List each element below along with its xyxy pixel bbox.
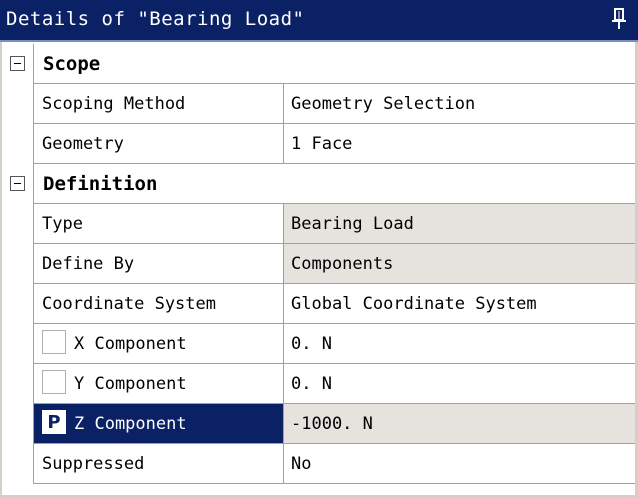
details-grid: Scope Scoping Method Geometry Selection … [0, 44, 638, 498]
row-gutter [0, 284, 34, 324]
property-row-scoping-method[interactable]: Scoping Method Geometry Selection [0, 84, 638, 124]
panel-border-left [0, 42, 2, 498]
property-name: Coordinate System [34, 284, 284, 324]
property-value-scoping-method[interactable]: Geometry Selection [284, 84, 635, 124]
row-gutter [0, 124, 34, 164]
row-gutter [0, 404, 34, 444]
property-name: X Component [74, 334, 187, 354]
property-name: Suppressed [34, 444, 284, 484]
row-gutter [0, 204, 34, 244]
property-value-coordinate-system[interactable]: Global Coordinate System [284, 284, 635, 324]
category-definition[interactable]: Definition [0, 164, 638, 204]
property-row-type[interactable]: Type Bearing Load [0, 204, 638, 244]
category-label-definition: Definition [34, 164, 635, 204]
collapse-scope-icon[interactable] [10, 56, 25, 71]
property-value-define-by[interactable]: Components [284, 244, 635, 284]
property-value-geometry[interactable]: 1 Face [284, 124, 635, 164]
details-title-bar[interactable]: Details of "Bearing Load" [0, 0, 638, 42]
property-name: Type [34, 204, 284, 244]
property-name-x-component: X Component [34, 324, 284, 364]
row-gutter [0, 84, 34, 124]
property-value-type: Bearing Load [284, 204, 635, 244]
property-row-define-by[interactable]: Define By Components [0, 244, 638, 284]
parameter-checkbox[interactable] [42, 330, 66, 354]
row-gutter [0, 444, 34, 484]
row-gutter [0, 364, 34, 404]
collapse-definition-icon[interactable] [10, 176, 25, 191]
property-row-coordinate-system[interactable]: Coordinate System Global Coordinate Syst… [0, 284, 638, 324]
category-scope[interactable]: Scope [0, 44, 638, 84]
parameter-badge[interactable]: P [42, 410, 66, 434]
property-row-x-component[interactable]: X Component 0. N [0, 324, 638, 364]
property-name: Scoping Method [34, 84, 284, 124]
property-value-suppressed[interactable]: No [284, 444, 635, 484]
property-value-x-component[interactable]: 0. N [284, 324, 635, 364]
property-row-suppressed[interactable]: Suppressed No [0, 444, 638, 484]
property-row-y-component[interactable]: Y Component 0. N [0, 364, 638, 404]
property-name: Z Component [74, 414, 187, 434]
parameter-checkbox[interactable] [42, 370, 66, 394]
row-gutter [0, 244, 34, 284]
property-value-z-component[interactable]: -1000. N [284, 404, 635, 444]
property-name: Y Component [74, 374, 187, 394]
property-name-y-component: Y Component [34, 364, 284, 404]
property-name-z-component: P Z Component [34, 404, 284, 444]
pin-icon[interactable] [610, 7, 628, 31]
property-value-y-component[interactable]: 0. N [284, 364, 635, 404]
property-row-z-component[interactable]: P Z Component -1000. N [0, 404, 638, 444]
property-name: Geometry [34, 124, 284, 164]
property-row-geometry[interactable]: Geometry 1 Face [0, 124, 638, 164]
details-panel: Details of "Bearing Load" Scope Scoping … [0, 0, 638, 498]
category-label-scope: Scope [34, 44, 635, 84]
row-gutter [0, 324, 34, 364]
details-title: Details of "Bearing Load" [6, 8, 305, 30]
property-name: Define By [34, 244, 284, 284]
